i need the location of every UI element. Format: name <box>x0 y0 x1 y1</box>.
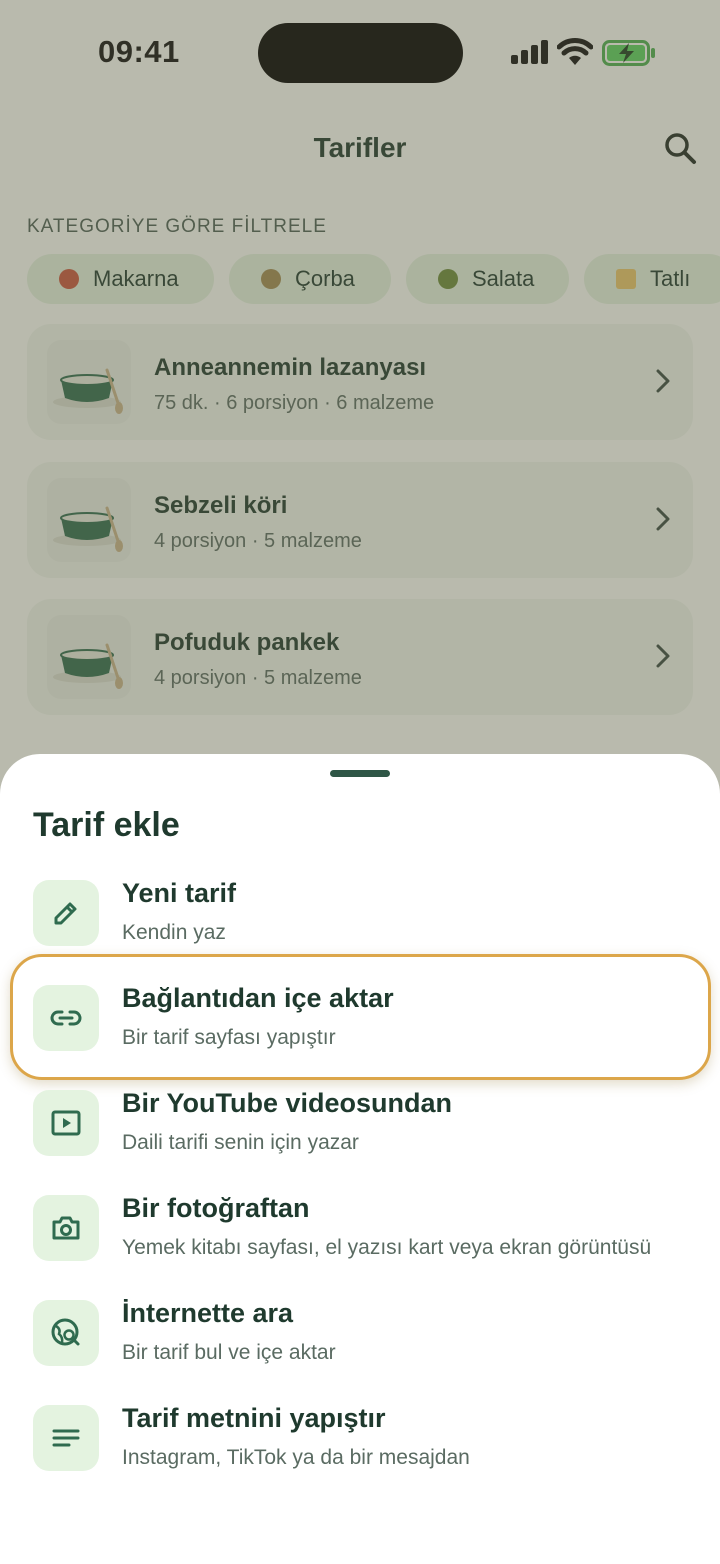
option-subtitle: Bir tarif bul ve içe aktar <box>122 1341 336 1364</box>
option-subtitle: Daili tarifi senin için yazar <box>122 1131 359 1154</box>
option-icon-tile <box>33 1195 99 1261</box>
add-recipe-sheet: Tarif ekle Yeni tarif Kendin yaz Bağlant… <box>0 754 720 1564</box>
option-subtitle: Kendin yaz <box>122 921 226 944</box>
option-icon-tile <box>33 880 99 946</box>
option-title: Bağlantıdan içe aktar <box>122 983 394 1013</box>
sheet-title: Tarif ekle <box>33 806 180 844</box>
option-title: Bir YouTube videosundan <box>122 1088 453 1118</box>
option-subtitle: Bir tarif sayfası yapıştır <box>122 1026 336 1049</box>
link-icon <box>50 1010 82 1026</box>
camera-icon <box>52 1216 80 1240</box>
video-play-icon <box>51 1110 81 1136</box>
option-web-search[interactable]: İnternette ara Bir tarif bul ve içe akta… <box>0 1278 720 1378</box>
option-title: Yeni tarif <box>122 878 237 908</box>
option-title: Tarif metnini yapıştır <box>122 1403 386 1433</box>
globe-search-icon <box>51 1318 80 1346</box>
text-lines-icon <box>52 1429 80 1447</box>
option-icon-tile <box>33 985 99 1051</box>
option-title: Bir fotoğraftan <box>122 1193 310 1223</box>
option-subtitle: Yemek kitabı sayfası, el yazısı kart vey… <box>122 1236 652 1259</box>
option-paste-text[interactable]: Tarif metnini yapıştır Instagram, TikTok… <box>0 1383 720 1483</box>
option-new-recipe[interactable]: Yeni tarif Kendin yaz <box>0 858 720 958</box>
option-icon-tile <box>33 1090 99 1156</box>
option-import-link[interactable]: Bağlantıdan içe aktar Bir tarif sayfası … <box>0 963 720 1063</box>
option-title: İnternette ara <box>122 1298 294 1328</box>
option-icon-tile <box>33 1405 99 1471</box>
sheet-grabber[interactable] <box>330 770 390 777</box>
option-subtitle: Instagram, TikTok ya da bir mesajdan <box>122 1446 470 1469</box>
option-photo[interactable]: Bir fotoğraftan Yemek kitabı sayfası, el… <box>0 1173 720 1273</box>
pencil-icon <box>54 902 77 925</box>
option-icon-tile <box>33 1300 99 1366</box>
option-youtube[interactable]: Bir YouTube videosundan Daili tarifi sen… <box>0 1068 720 1168</box>
